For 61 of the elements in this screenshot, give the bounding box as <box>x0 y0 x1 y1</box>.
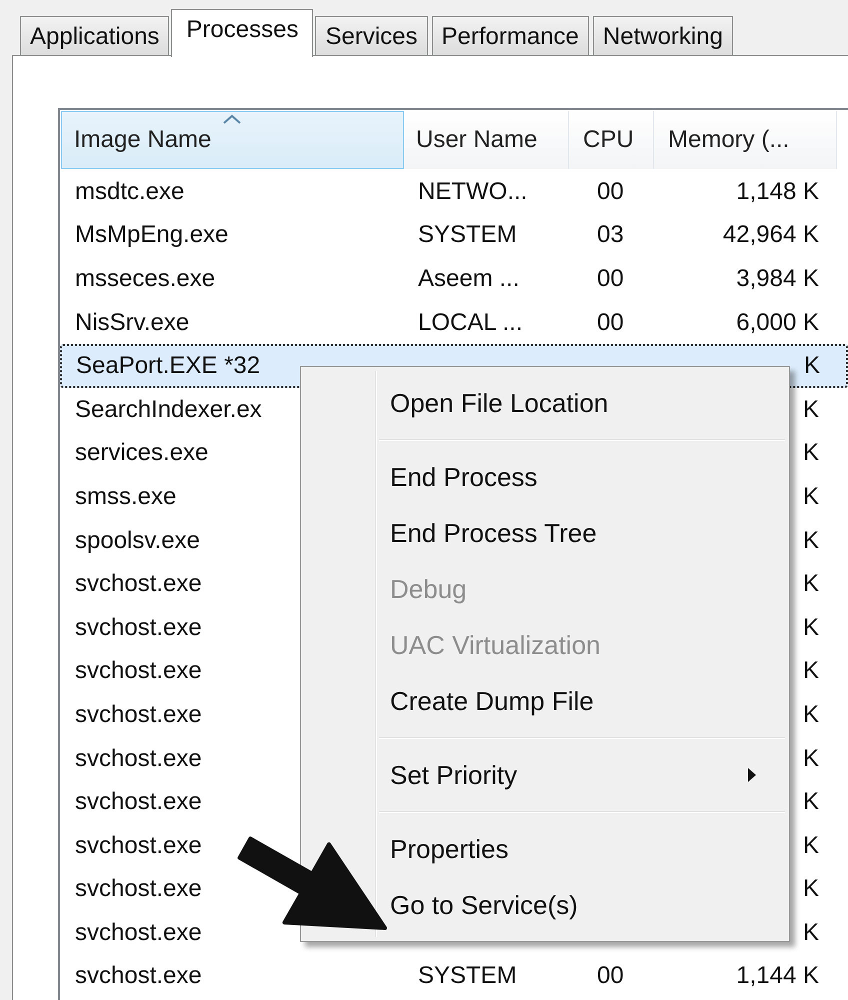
table-cell: K <box>802 744 819 773</box>
table-cell: 00 <box>597 178 624 206</box>
process-row[interactable]: msseces.exe Aseem ... 00 3,984 K <box>60 257 848 301</box>
table-cell: K <box>802 614 819 642</box>
table-cell: 03 <box>597 221 624 250</box>
tab[interactable]: Services <box>315 16 428 56</box>
menu-item[interactable]: Open File Location <box>390 375 608 431</box>
table-cell: 42,964 K <box>722 221 819 250</box>
table-cell: msseces.exe <box>75 264 216 293</box>
table-cell: 6,000 K <box>736 308 819 337</box>
table-cell: Aseem ... <box>418 264 520 293</box>
table-cell: svchost.exe <box>75 657 202 686</box>
table-cell: MsMpEng.exe <box>75 221 228 250</box>
table-cell: svchost.exe <box>75 918 202 947</box>
column-header[interactable]: Image Name <box>61 111 404 169</box>
menu-item[interactable]: Create Dump File <box>390 673 594 729</box>
table-cell: svchost.exe <box>75 744 202 773</box>
menu-item[interactable]: Go to Service(s) <box>390 877 578 933</box>
table-cell: 00 <box>597 962 624 990</box>
table-cell: svchost.exe <box>75 962 202 990</box>
process-row[interactable]: msdtc.exe NETWO... 00 1,148 K <box>60 170 848 214</box>
table-cell: smss.exe <box>75 482 176 511</box>
table-cell: K <box>802 482 819 511</box>
table-cell: 1,144 K <box>736 962 819 990</box>
menu-item[interactable]: Properties <box>390 821 508 877</box>
tab[interactable]: Networking <box>592 16 733 56</box>
table-cell: 1,148 K <box>736 178 819 206</box>
table-cell: SYSTEM <box>418 962 517 990</box>
column-header[interactable]: CPU <box>569 111 654 169</box>
column-header[interactable]: User Name <box>404 111 569 169</box>
table-cell: msdtc.exe <box>75 178 184 206</box>
table-cell: K <box>802 875 819 904</box>
menu-item[interactable]: Set Priority <box>390 747 785 803</box>
submenu-arrow-icon <box>747 767 757 783</box>
table-cell: 00 <box>597 308 624 337</box>
table-cell: svchost.exe <box>75 788 202 816</box>
process-row[interactable]: MsMpEng.exe SYSTEM 03 42,964 K <box>60 214 848 258</box>
process-row[interactable]: svchost.exe SYSTEM 00 1,144 K <box>60 954 848 998</box>
menu-item[interactable]: End Process <box>390 449 538 505</box>
table-cell: services.exe <box>75 439 208 468</box>
tab[interactable]: Applications <box>20 16 170 56</box>
menu-item[interactable]: End Process Tree <box>390 505 597 561</box>
table-cell: SYSTEM <box>418 221 517 250</box>
table-cell: NETWO... <box>418 178 528 206</box>
tab[interactable]: Performance <box>432 16 589 56</box>
table-cell: K <box>802 918 819 947</box>
table-cell: K <box>804 352 820 380</box>
table-cell: K <box>802 788 819 816</box>
column-header[interactable]: Memory (... <box>654 111 837 169</box>
table-cell: NisSrv.exe <box>75 308 190 337</box>
table-cell: svchost.exe <box>75 875 202 904</box>
table-cell: SeaPort.EXE *32 <box>76 352 260 380</box>
process-row[interactable]: NisSrv.exe LOCAL ... 00 6,000 K <box>60 300 848 344</box>
table-cell: K <box>802 439 819 468</box>
table-cell: K <box>802 657 819 686</box>
table-cell: 3,984 K <box>736 264 819 293</box>
table-cell: svchost.exe <box>75 614 202 642</box>
table-cell: 00 <box>597 264 624 293</box>
tab[interactable]: Processes <box>171 9 314 57</box>
sort-caret-icon <box>222 114 242 124</box>
table-cell: LOCAL ... <box>418 308 522 337</box>
